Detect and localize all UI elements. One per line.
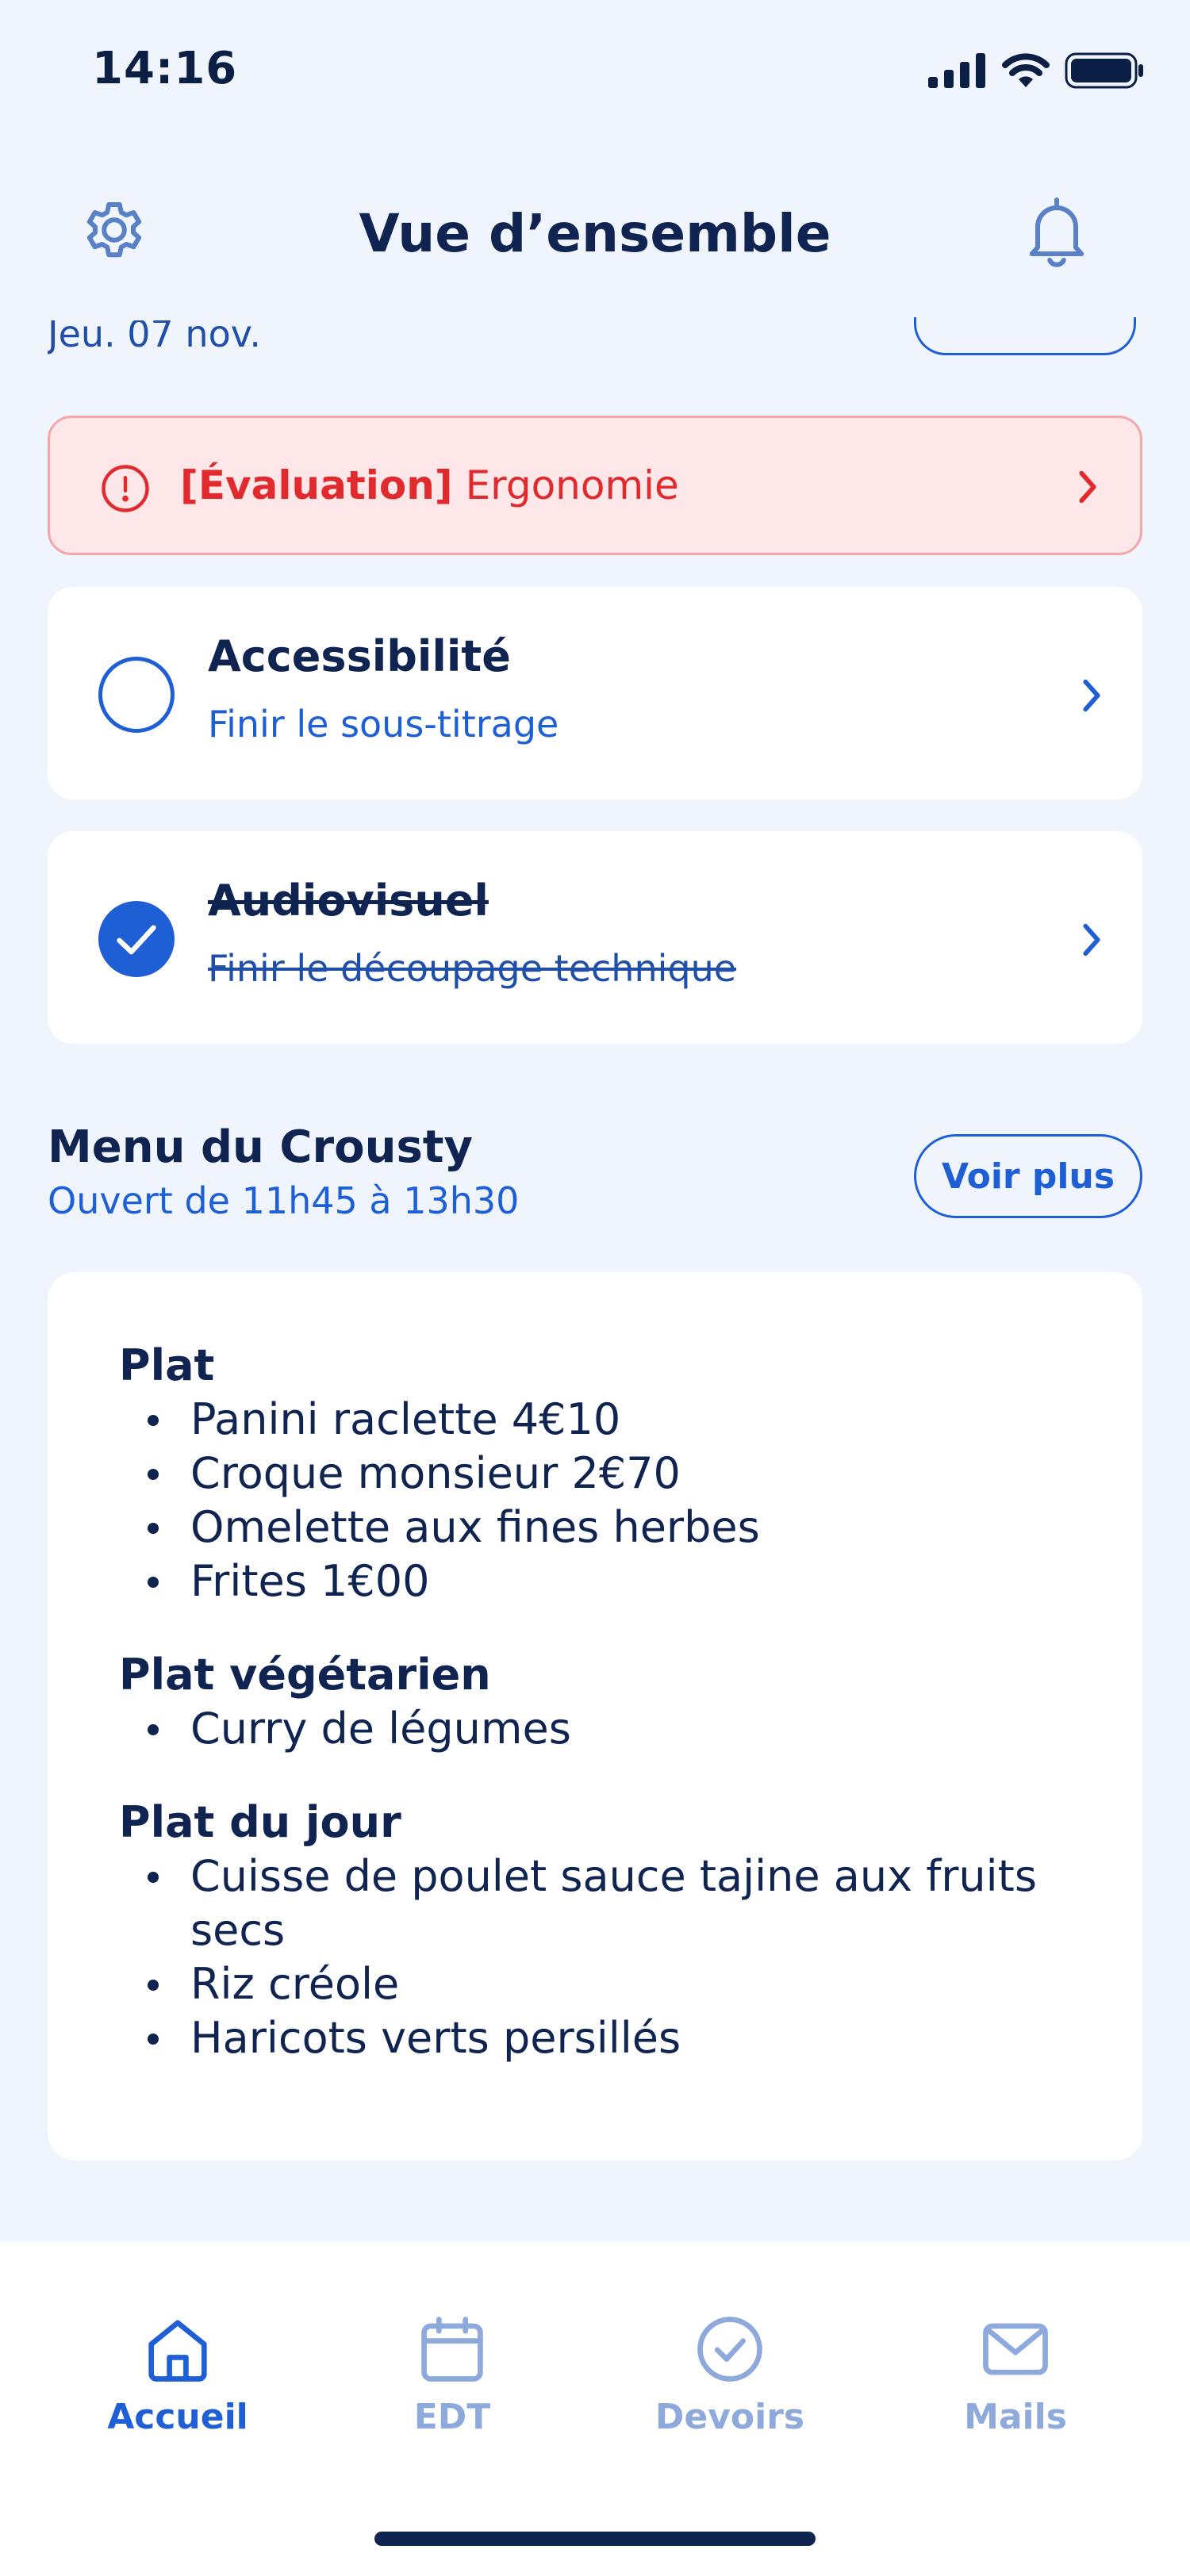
task-card[interactable]: Audiovisuel Finir le découpage technique (48, 831, 1142, 1044)
status-time: 14:16 (92, 43, 238, 94)
task-title: Audiovisuel (208, 876, 489, 926)
menu-item: Curry de légumes (119, 1702, 1071, 1756)
alert-tag: [Évaluation] (180, 462, 453, 508)
evaluation-alert-card[interactable]: [Évaluation] Ergonomie (48, 416, 1142, 555)
checkmark-icon (117, 925, 156, 955)
page-title: Vue d’ensemble (359, 203, 831, 264)
menu-title: Menu du Crousty (48, 1121, 474, 1173)
menu-list: Panini raclette 4€10 Croque monsieur 2€7… (119, 1393, 1071, 1608)
battery-icon (1065, 52, 1143, 89)
date-label: Jeu. 07 nov. (48, 320, 261, 355)
task-title: Accessibilité (208, 631, 511, 681)
menu-list: Curry de légumes (119, 1702, 1071, 1756)
check-circle-icon (697, 2317, 762, 2382)
menu-section: Plat Panini raclette 4€10 Croque monsieu… (119, 1339, 1071, 1608)
home-icon (148, 2320, 207, 2382)
calendar-icon (421, 2317, 483, 2382)
menu-item: Haricots verts persillés (119, 2011, 1071, 2065)
menu-section-title: Plat du jour (119, 1797, 401, 1847)
date-button[interactable] (914, 317, 1136, 355)
task-subtitle: Finir le découpage technique (208, 947, 737, 990)
menu-item: Riz créole (119, 1957, 1071, 2011)
alert-icon (102, 465, 149, 512)
chevron-right-icon (1083, 923, 1100, 956)
tab-devoirs[interactable]: Devoirs (627, 2310, 833, 2437)
menu-list: Cuisse de poulet sauce tajine aux fruits… (119, 1850, 1071, 2065)
tab-accueil[interactable]: Accueil (75, 2310, 281, 2437)
tab-edt[interactable]: EDT (349, 2310, 555, 2437)
notifications-button[interactable] (1019, 192, 1095, 271)
task-card[interactable]: Accessibilité Finir le sous-titrage (48, 587, 1142, 799)
status-icons (928, 52, 1144, 89)
wifi-icon (1002, 53, 1050, 87)
tab-mails[interactable]: Mails (912, 2310, 1119, 2437)
menu-section: Plat végétarien Curry de légumes (119, 1648, 1071, 1756)
menu-item: Omelette aux fines herbes (119, 1501, 1071, 1554)
task-subtitle: Finir le sous-titrage (208, 703, 559, 746)
menu-card: Plat Panini raclette 4€10 Croque monsieu… (48, 1272, 1142, 2160)
voir-plus-button[interactable]: Voir plus (914, 1134, 1142, 1218)
bell-icon (1029, 197, 1084, 267)
task-checkbox[interactable] (98, 901, 175, 977)
menu-section-title: Plat végétarien (119, 1650, 491, 1700)
menu-item: Panini raclette 4€10 (119, 1393, 1071, 1447)
status-bar: 14:16 (0, 0, 1190, 143)
chevron-right-icon (1083, 679, 1100, 712)
alert-subject: Ergonomie (465, 462, 679, 508)
signal-icon (928, 53, 985, 88)
menu-section-title: Plat (119, 1340, 215, 1390)
tab-label: Accueil (107, 2397, 248, 2437)
menu-hours: Ouvert de 11h45 à 13h30 (48, 1179, 520, 1222)
header: Vue d’ensemble (0, 159, 1190, 309)
tab-label: EDT (413, 2397, 491, 2437)
menu-item: Cuisse de poulet sauce tajine aux fruits… (119, 1850, 1071, 1957)
tab-label: Devoirs (654, 2397, 805, 2437)
menu-header: Menu du Crousty Ouvert de 11h45 à 13h30 (48, 1121, 519, 1222)
tab-label: Mails (964, 2397, 1067, 2437)
chevron-right-icon (1079, 470, 1096, 504)
mail-icon (983, 2323, 1048, 2375)
alert-text: [Évaluation] Ergonomie (180, 462, 679, 508)
home-indicator[interactable] (374, 2532, 816, 2546)
menu-item: Croque monsieur 2€70 (119, 1447, 1071, 1501)
task-checkbox[interactable] (98, 657, 175, 733)
menu-section: Plat du jour Cuisse de poulet sauce taji… (119, 1796, 1071, 2065)
tab-bar: Accueil EDT Devoirs Mails (0, 2241, 1190, 2576)
menu-item: Frites 1€00 (119, 1554, 1071, 1608)
